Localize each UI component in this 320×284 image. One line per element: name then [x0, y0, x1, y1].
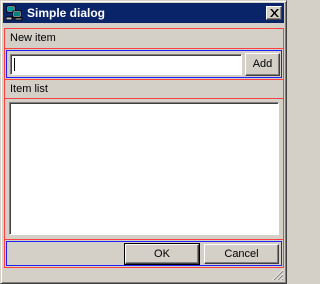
new-item-label: New item: [10, 32, 56, 44]
ok-button[interactable]: OK: [124, 243, 200, 265]
title-bar[interactable]: Simple dialog: [3, 3, 284, 23]
item-list-label: Item list: [10, 83, 48, 95]
text-caret: [14, 58, 15, 71]
resize-grip-icon[interactable]: [272, 269, 284, 281]
close-button[interactable]: [266, 6, 282, 20]
dialog-window: Simple dialog New item Add Item list OK …: [0, 0, 287, 284]
new-item-header: New item: [4, 28, 284, 49]
new-item-input[interactable]: [10, 54, 242, 75]
app-computers-icon: [5, 5, 23, 21]
item-listbox[interactable]: [9, 102, 279, 235]
cancel-button[interactable]: Cancel: [204, 244, 279, 264]
window-title: Simple dialog: [27, 6, 106, 20]
close-icon: [270, 9, 279, 17]
add-button[interactable]: Add: [245, 53, 280, 76]
item-list-header: Item list: [4, 79, 284, 99]
